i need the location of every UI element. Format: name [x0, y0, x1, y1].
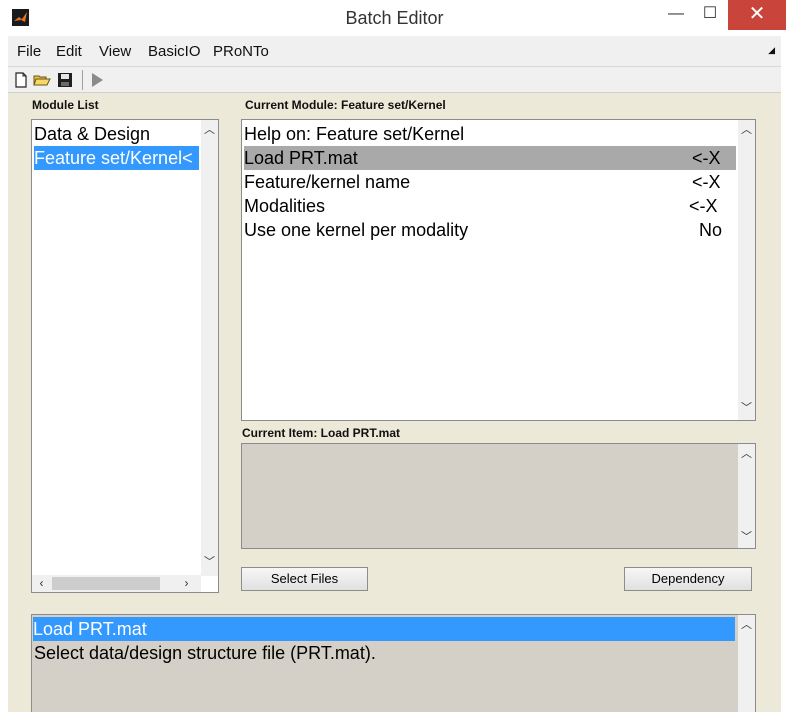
module-list-item-feature-set-kernel[interactable]: Feature set/Kernel< — [34, 146, 199, 170]
help-title: Load PRT.mat — [33, 617, 735, 641]
maximize-button[interactable]: ☐ — [693, 0, 727, 30]
menu-file[interactable]: File — [17, 43, 41, 60]
module-list[interactable]: Data & Design Feature set/Kernel< ︿ ﹀ ‹ … — [31, 119, 219, 593]
scroll-right-icon[interactable]: › — [178, 575, 195, 592]
menu-bar: File Edit View BasicIO PRoNTo ◢ — [8, 36, 781, 66]
help-description: Select data/design structure file (PRT.m… — [34, 643, 376, 663]
module-row-name: Help on: Feature set/Kernel — [244, 124, 465, 144]
module-row-name: Load PRT.mat — [244, 148, 358, 168]
module-row-name: Modalities — [244, 196, 326, 216]
module-list-vertical-scrollbar[interactable]: ︿ ﹀ — [201, 120, 218, 576]
scroll-down-icon[interactable]: ﹀ — [738, 529, 755, 546]
current-item-vertical-scrollbar[interactable]: ︿ ﹀ — [738, 444, 755, 548]
menu-edit[interactable]: Edit — [56, 43, 82, 60]
current-module-vertical-scrollbar[interactable]: ︿ ﹀ — [738, 120, 755, 420]
scroll-down-icon[interactable]: ﹀ — [201, 554, 218, 571]
run-icon[interactable] — [88, 71, 106, 89]
module-row-name: Use one kernel per modality — [244, 220, 469, 240]
toolbar — [8, 66, 781, 92]
menu-view[interactable]: View — [99, 43, 131, 60]
scroll-thumb[interactable] — [52, 577, 160, 590]
new-file-icon[interactable] — [12, 71, 30, 89]
module-row-help[interactable]: Help on: Feature set/Kernel — [244, 122, 736, 146]
module-list-item-data-design[interactable]: Data & Design — [34, 122, 199, 146]
current-module-list[interactable]: Help on: Feature set/Kernel Load PRT.mat… — [241, 119, 756, 421]
module-row-name: Feature/kernel name — [244, 172, 411, 192]
save-icon[interactable] — [56, 71, 74, 89]
help-panel: Load PRT.mat Select data/design structur… — [31, 614, 756, 712]
module-row-one-kernel-per-modality[interactable]: Use one kernel per modality No — [244, 218, 736, 242]
select-files-button[interactable]: Select Files — [241, 567, 368, 591]
module-row-value: No — [699, 220, 723, 240]
toolbar-separator — [82, 70, 83, 90]
current-item-box[interactable]: ︿ ﹀ — [241, 443, 756, 549]
module-row-modalities[interactable]: Modalities <-X — [244, 194, 736, 218]
scroll-up-icon[interactable]: ︿ — [738, 617, 755, 634]
scroll-up-icon[interactable]: ︿ — [738, 122, 755, 139]
menu-pronto[interactable]: PRoNTo — [213, 43, 269, 60]
dependency-button[interactable]: Dependency — [624, 567, 752, 591]
close-button[interactable]: ✕ — [728, 0, 786, 30]
module-row-load-prt[interactable]: Load PRT.mat <-X — [244, 146, 736, 170]
current-module-label: Current Module: Feature set/Kernel — [245, 98, 446, 112]
module-row-value: <-X — [692, 148, 721, 168]
help-vertical-scrollbar[interactable]: ︿ — [738, 615, 755, 712]
module-row-value: <-X — [692, 172, 721, 192]
scroll-down-icon[interactable]: ﹀ — [738, 400, 755, 417]
current-item-label: Current Item: Load PRT.mat — [242, 426, 401, 440]
batch-editor-panel: Module List Current Module: Feature set/… — [8, 92, 781, 712]
scroll-up-icon[interactable]: ︿ — [738, 446, 755, 463]
module-row-value: <-X — [689, 196, 718, 216]
module-row-feature-kernel-name[interactable]: Feature/kernel name <-X — [244, 170, 736, 194]
menu-overflow-icon[interactable]: ◢ — [768, 45, 775, 56]
menu-basicio[interactable]: BasicIO — [148, 43, 201, 60]
scroll-left-icon[interactable]: ‹ — [33, 575, 50, 592]
open-folder-icon[interactable] — [33, 71, 51, 89]
module-list-horizontal-scrollbar[interactable]: ‹ › — [32, 575, 201, 592]
module-list-label: Module List — [32, 98, 99, 112]
title-bar: Batch Editor — ☐ ✕ — [0, 0, 789, 36]
scroll-up-icon[interactable]: ︿ — [201, 122, 218, 139]
minimize-button[interactable]: — — [659, 0, 693, 30]
